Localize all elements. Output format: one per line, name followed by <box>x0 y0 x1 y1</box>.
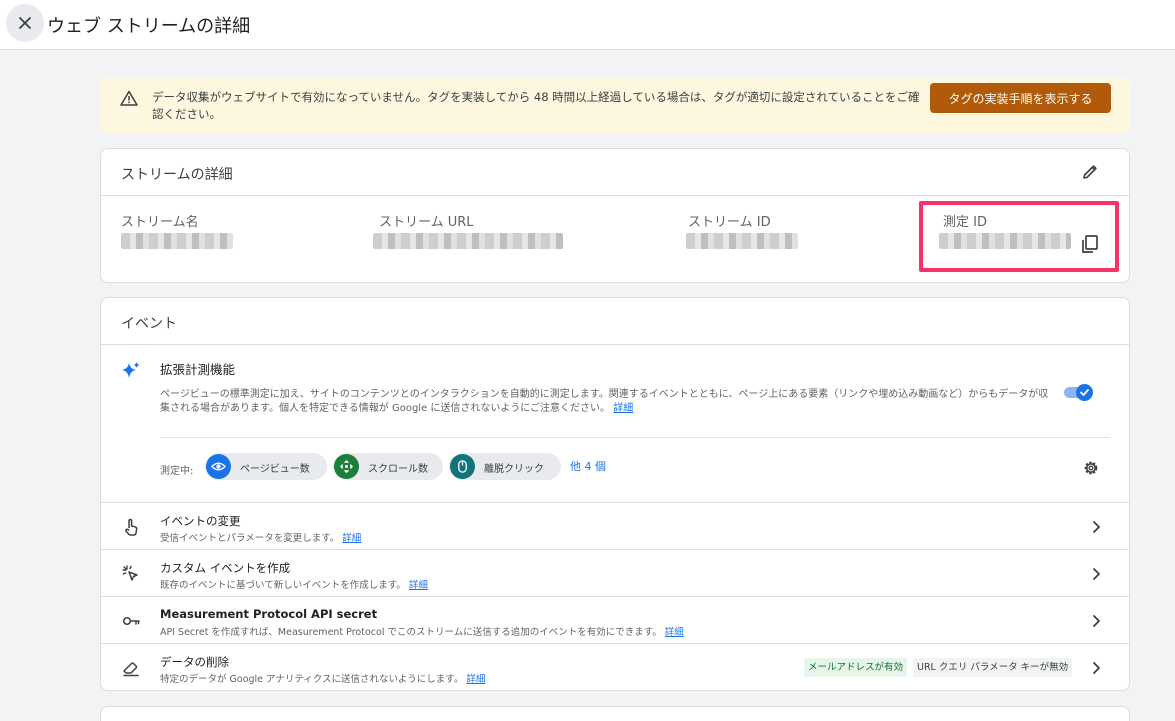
copy-icon <box>1082 235 1098 253</box>
chevron-right-icon <box>1093 615 1100 627</box>
status-badge: メールアドレスが有効 <box>804 658 908 677</box>
stream-id-label: ストリーム ID <box>688 215 771 230</box>
row-subtitle-text: 既存のイベントに基づいて新しいイベントを作成します。 <box>160 580 406 591</box>
enhanced-details-link[interactable]: 詳細 <box>613 403 633 414</box>
copy-measurement-id-button[interactable] <box>1079 233 1101 255</box>
stream-id-value <box>686 233 798 249</box>
key-icon <box>122 616 140 626</box>
toggle-thumb <box>1076 384 1093 401</box>
stream-details-title: ストリームの詳細 <box>121 167 233 183</box>
row-details-link[interactable]: 詳細 <box>466 674 485 685</box>
row-subtitle-text: 特定のデータが Google アナリティクスに送信されないようにします。 <box>160 674 464 685</box>
events-title: イベント <box>121 316 177 332</box>
page-title: ウェブ ストリームの詳細 <box>47 16 251 37</box>
measurement-protocol-row[interactable]: Measurement Protocol API secret API Secr… <box>101 597 1129 644</box>
enhanced-measurement-toggle[interactable] <box>1064 384 1094 401</box>
click-sparkle-icon <box>122 565 138 581</box>
close-icon <box>19 17 31 29</box>
stream-url-value <box>373 233 563 249</box>
scroll-icon <box>334 454 359 479</box>
row-subtitle: 既存のイベントに基づいて新しいイベントを作成します。 詳細 <box>160 577 428 591</box>
row-subtitle-text: 受信イベントとパラメータを変更します。 <box>160 533 340 544</box>
sparkle-icon <box>122 362 140 378</box>
measuring-label: 測定中: <box>160 466 194 477</box>
row-details-link[interactable]: 詳細 <box>342 533 361 544</box>
pencil-icon <box>1083 165 1097 179</box>
row-subtitle: 受信イベントとパラメータを変更します。 詳細 <box>160 530 361 544</box>
check-icon <box>1080 389 1089 396</box>
data-redaction-row[interactable]: データの削除 特定のデータが Google アナリティクスに送信されないようにし… <box>101 644 1129 690</box>
show-tag-instructions-button[interactable]: タグの実装手順を表示する <box>930 83 1111 113</box>
edit-stream-button[interactable] <box>1079 161 1101 183</box>
create-custom-event-row[interactable]: カスタム イベントを作成 既存のイベントに基づいて新しいイベントを作成します。 … <box>101 550 1129 597</box>
row-subtitle: API Secret を作成すれば、Measurement Protocol で… <box>160 624 684 638</box>
touch-icon <box>125 518 138 536</box>
enhanced-measurement-title: 拡張計測機能 <box>160 362 236 377</box>
warning-banner: データ収集がウェブサイトで有効になっていません。タグを実装してから 48 時間以… <box>100 77 1130 134</box>
gear-icon <box>1084 461 1098 475</box>
chip-label: 離脱クリック <box>484 464 544 475</box>
chip-label: スクロール数 <box>368 464 428 475</box>
stream-details-card: ストリームの詳細 ストリーム名 ストリーム URL ストリーム ID 測定 ID <box>100 148 1130 283</box>
warning-text: データ収集がウェブサイトで有効になっていません。タグを実装してから 48 時間以… <box>152 90 920 121</box>
status-badge: URL クエリ パラメータ キーが無効 <box>913 658 1073 677</box>
top-bar: ウェブ ストリームの詳細 <box>0 0 1175 50</box>
stream-details-header: ストリームの詳細 <box>101 149 1129 196</box>
row-title: データの削除 <box>160 655 229 669</box>
row-title: カスタム イベントを作成 <box>160 561 291 575</box>
section-divider <box>160 437 1110 438</box>
row-subtitle-text: API Secret を作成すれば、Measurement Protocol で… <box>160 627 662 638</box>
next-card <box>100 706 1130 721</box>
enhanced-measurement-section: 拡張計測機能 ページビューの標準測定に加え、サイトのコンテンツとのインタラクショ… <box>101 345 1129 503</box>
row-title: Measurement Protocol API secret <box>160 607 378 621</box>
enhanced-description-text: ページビューの標準測定に加え、サイトのコンテンツとのインタラクションを自動的に測… <box>160 389 1049 414</box>
more-events-link[interactable]: 他 4 個 <box>570 458 606 474</box>
chip-label: ページビュー数 <box>240 464 310 475</box>
chevron-right-icon <box>1093 521 1100 533</box>
events-card: イベント 拡張計測機能 ページビューの標準測定に加え、サイトのコンテンツとのイン… <box>100 297 1130 691</box>
row-title: イベントの変更 <box>160 514 241 528</box>
row-details-link[interactable]: 詳細 <box>409 580 428 591</box>
stream-name-value <box>121 233 233 249</box>
row-subtitle: 特定のデータが Google アナリティクスに送信されないようにします。 詳細 <box>160 671 485 685</box>
stream-url-label: ストリーム URL <box>379 215 474 230</box>
eye-icon <box>206 454 231 479</box>
eraser-icon <box>123 662 139 677</box>
chip-page-views: ページビュー数 <box>205 453 327 480</box>
chevron-right-icon <box>1093 662 1100 674</box>
stream-name-label: ストリーム名 <box>121 215 199 230</box>
row-details-link[interactable]: 詳細 <box>665 627 684 638</box>
chip-outbound-clicks: 離脱クリック <box>449 453 561 480</box>
modify-events-row[interactable]: イベントの変更 受信イベントとパラメータを変更します。 詳細 <box>101 503 1129 550</box>
chevron-right-icon <box>1093 568 1100 580</box>
enhanced-settings-button[interactable] <box>1081 458 1101 478</box>
events-header: イベント <box>101 298 1129 345</box>
mouse-icon <box>450 454 475 479</box>
close-button[interactable] <box>6 4 44 42</box>
warning-icon <box>120 90 138 106</box>
chip-scrolls: スクロール数 <box>333 453 443 480</box>
enhanced-measurement-description: ページビューの標準測定に加え、サイトのコンテンツとのインタラクションを自動的に測… <box>160 388 1050 415</box>
